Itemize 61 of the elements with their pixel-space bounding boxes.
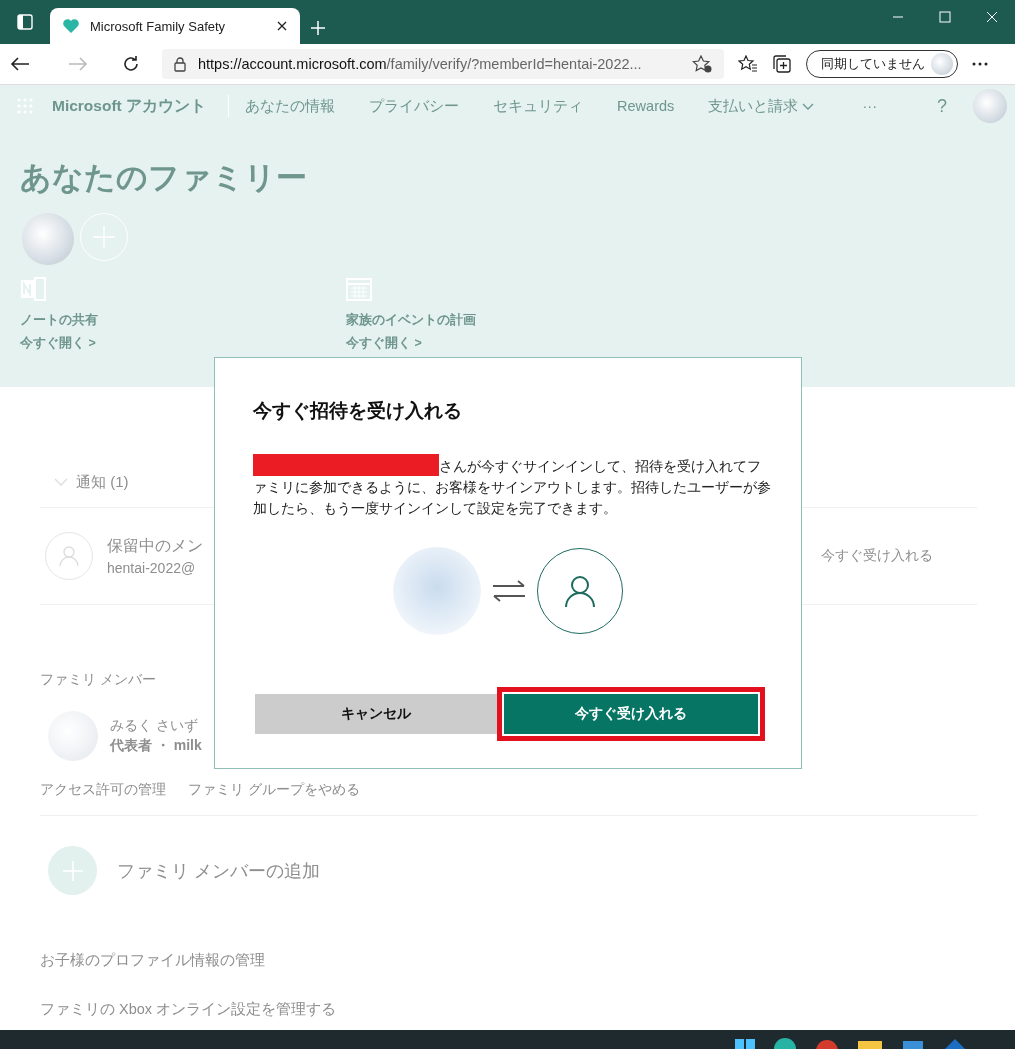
nav-link[interactable]: プライバシー [369, 96, 460, 116]
open-link[interactable]: 今すぐ開く > [346, 336, 422, 350]
close-icon [276, 20, 288, 32]
section-header: ファミリ メンバー [40, 670, 157, 689]
member-action-link[interactable]: アクセス許可の管理 [40, 781, 166, 799]
back-arrow-icon [10, 56, 30, 72]
collections-icon [772, 55, 792, 73]
feature-label: 家族のイベントの計画 [346, 312, 477, 329]
profile-avatar[interactable] [973, 89, 1007, 123]
accept-button[interactable]: 今すぐ受け入れる [504, 694, 758, 734]
more-menu[interactable]: ··· [862, 98, 877, 114]
page-title: あなたのファミリー [19, 159, 308, 197]
person-glyph-icon [59, 545, 79, 567]
maximize-icon [939, 11, 951, 23]
new-tab-icon [310, 20, 326, 36]
nav-link[interactable]: 支払いと請求 [708, 96, 815, 116]
url-text: https://account.microsoft.com/family/verify/?memberId=hentai-2022... [198, 56, 643, 72]
pending-member-email: hentai-2022@ [107, 560, 197, 576]
chevron-down-icon [802, 103, 815, 111]
plus-icon [92, 225, 116, 249]
more-icon [972, 62, 988, 66]
help-link[interactable]: ? [937, 95, 947, 117]
lock-icon [174, 56, 186, 72]
forward-arrow-icon [68, 56, 88, 72]
notebook-icon [20, 277, 46, 301]
nav-link[interactable]: セキュリティ [493, 96, 584, 116]
member-name: みるく さいず [110, 717, 199, 735]
brand-name[interactable]: Microsoft アカウント [52, 95, 207, 117]
member-role: 代表者 ・ milk [110, 737, 202, 755]
add-favorite-icon [692, 55, 712, 73]
pending-member-name: 保留中のメン [107, 536, 203, 556]
chevron-down-icon [54, 478, 68, 486]
add-member-link[interactable]: ファミリ メンバーの追加 [117, 858, 320, 883]
calendar-icon [346, 277, 372, 301]
member-avatar[interactable] [22, 213, 74, 265]
swap-arrows-icon [491, 579, 527, 603]
accept-link[interactable]: 今すぐ受け入れる [821, 547, 933, 565]
dialog-message: さんが今すぐサインインして、招待を受け入れてファミリに参加できるように、お客様をサインアウトします。招待したユーザーが参加したら、もう一度サインインして設定を完了できます。 [253, 454, 773, 519]
address-bar[interactable]: https://account.microsoft.com/family/verify/?memberId=hentai-2022... [162, 49, 724, 79]
settings-link[interactable]: ファミリの Xbox オンライン設定を管理する [40, 1001, 337, 1017]
refresh-icon [122, 55, 140, 73]
sync-status-button[interactable]: 同期していません [806, 50, 958, 78]
start-icon [735, 1037, 755, 1049]
close-icon [986, 11, 998, 23]
person-icon [564, 574, 596, 608]
notifications-header[interactable]: 通知 (1) [76, 472, 129, 492]
dialog-title: 今すぐ招待を受け入れる [253, 399, 463, 423]
heart-icon [62, 18, 80, 34]
favorites-icon [738, 55, 758, 73]
app-launcher-icon [16, 97, 34, 115]
feature-label: ノートの共有 [20, 312, 99, 329]
cancel-button[interactable]: キャンセル [255, 694, 497, 734]
settings-link[interactable]: お子様のプロファイル情報の管理 [40, 952, 265, 968]
browser-tab[interactable]: Microsoft Family Safety [50, 8, 300, 44]
nav-link[interactable]: Rewards [617, 98, 675, 114]
add-member-button[interactable] [48, 846, 97, 895]
nav-link[interactable]: あなたの情報 [245, 96, 336, 116]
member-action-link[interactable]: ファミリ グループをやめる [188, 781, 360, 799]
sidebar-icon [17, 14, 33, 30]
open-link[interactable]: 今すぐ開く > [20, 336, 96, 350]
plus-icon [61, 859, 84, 882]
